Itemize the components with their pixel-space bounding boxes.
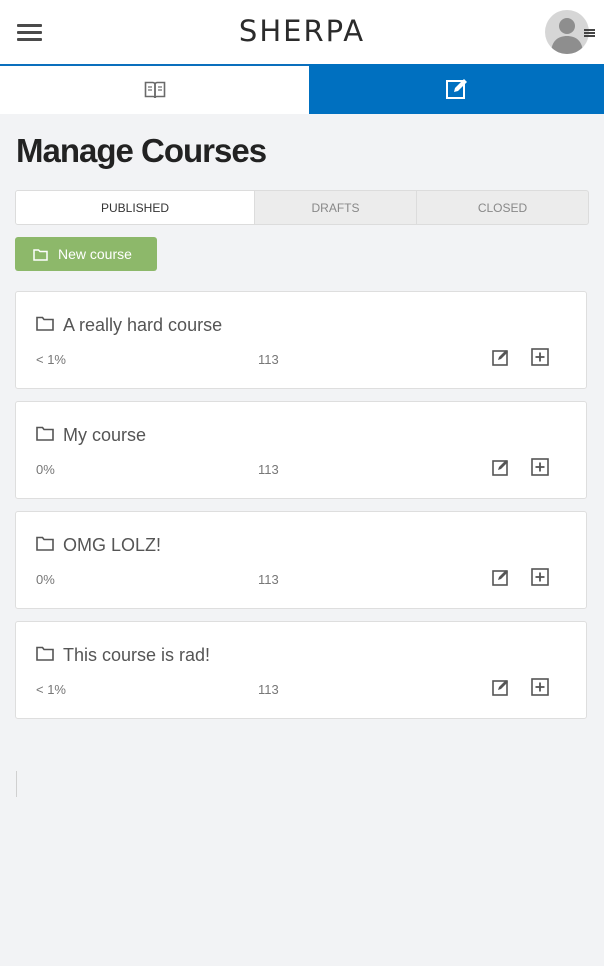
- course-count: 113: [258, 682, 279, 697]
- add-icon[interactable]: [531, 678, 549, 696]
- page-title: Manage Courses: [16, 132, 267, 169]
- status-tabs: PUBLISHED DRAFTS CLOSED: [15, 190, 589, 225]
- course-count: 113: [258, 462, 279, 477]
- course-progress: < 1%: [36, 682, 66, 697]
- course-card: OMG LOLZ! 0% 113: [15, 511, 587, 609]
- folder-icon: [33, 248, 48, 261]
- tab-manage[interactable]: [309, 64, 604, 114]
- user-silhouette-icon: [551, 18, 583, 54]
- edit-icon[interactable]: [492, 568, 510, 586]
- tab-published[interactable]: PUBLISHED: [16, 191, 254, 224]
- new-course-label: New course: [58, 246, 132, 262]
- edit-icon[interactable]: [492, 678, 510, 696]
- course-progress: 0%: [36, 462, 55, 477]
- add-icon[interactable]: [531, 458, 549, 476]
- top-bar: SHERPA: [0, 0, 604, 64]
- tab-drafts[interactable]: DRAFTS: [254, 191, 416, 224]
- folder-icon: [36, 536, 54, 551]
- list-menu-icon[interactable]: [584, 29, 595, 37]
- folder-icon: [36, 646, 54, 661]
- course-title[interactable]: OMG LOLZ!: [63, 535, 161, 556]
- tab-closed[interactable]: CLOSED: [416, 191, 588, 224]
- avatar[interactable]: [545, 10, 589, 54]
- folder-icon: [36, 426, 54, 441]
- book-icon: [144, 81, 165, 99]
- course-count: 113: [258, 572, 279, 587]
- divider: [16, 771, 17, 797]
- menu-icon[interactable]: [17, 22, 42, 42]
- add-icon[interactable]: [531, 348, 549, 366]
- tab-learn[interactable]: [0, 64, 309, 114]
- course-title[interactable]: This course is rad!: [63, 645, 210, 666]
- new-course-button[interactable]: New course: [15, 237, 157, 271]
- course-title[interactable]: A really hard course: [63, 315, 222, 336]
- folder-icon: [36, 316, 54, 331]
- course-title[interactable]: My course: [63, 425, 146, 446]
- course-card: This course is rad! < 1% 113: [15, 621, 587, 719]
- course-count: 113: [258, 352, 279, 367]
- app-brand: SHERPA: [238, 14, 366, 48]
- edit-icon[interactable]: [492, 458, 510, 476]
- course-progress: 0%: [36, 572, 55, 587]
- edit-icon: [445, 79, 467, 99]
- course-progress: < 1%: [36, 352, 66, 367]
- user-menu[interactable]: [545, 10, 601, 54]
- main-tabs: [0, 64, 604, 114]
- edit-icon[interactable]: [492, 348, 510, 366]
- add-icon[interactable]: [531, 568, 549, 586]
- course-card: My course 0% 113: [15, 401, 587, 499]
- course-card: A really hard course < 1% 113: [15, 291, 587, 389]
